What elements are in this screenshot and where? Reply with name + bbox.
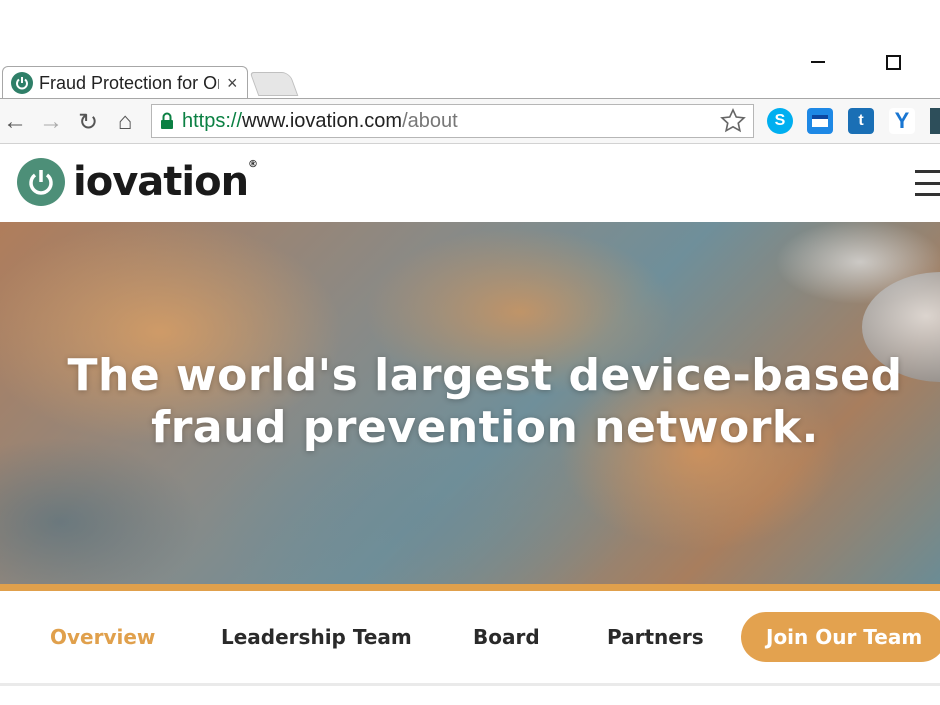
iovation-logo[interactable]: iovation® [17,158,258,206]
join-our-team-button[interactable]: Join Our Team [741,612,940,662]
title-bar: Fraud Protection for Online Businesses × [0,0,940,99]
new-tab-button[interactable] [249,72,299,96]
tab-leadership-team[interactable]: Leadership Team [221,625,412,649]
lock-icon [161,112,173,129]
hero-line-2: fraud prevention network. [151,402,819,453]
star-icon[interactable] [719,107,747,135]
maximize-icon [885,54,901,70]
tab-board[interactable]: Board [473,625,540,649]
section-divider [0,683,940,686]
tab-close-icon[interactable]: × [227,73,238,94]
maximize-button[interactable] [871,44,915,80]
power-icon [17,158,65,206]
tab-overview[interactable]: Overview [50,625,155,649]
hamburger-icon[interactable] [915,170,940,196]
twitter-icon[interactable]: t [848,108,874,134]
accent-divider [0,584,940,591]
hero-line-1: The world's largest device-based [67,350,903,401]
address-bar[interactable]: https://www.iovation.com/about [151,104,754,138]
minimize-icon [811,61,825,63]
home-icon[interactable]: ⌂ [110,107,140,137]
extension-icon[interactable] [930,108,940,134]
url-host: www.iovation.com [242,109,403,132]
reader-icon[interactable] [807,108,833,134]
hero-banner: The world's largest device-based fraud p… [0,222,940,584]
skype-icon[interactable]: S [767,108,793,134]
back-arrow-icon[interactable]: ← [0,107,30,137]
url-text: https://www.iovation.com/about [182,110,458,133]
y-extension-icon[interactable]: Y [889,108,915,134]
forward-arrow-icon[interactable]: → [36,107,66,137]
iovation-favicon-icon [11,72,33,94]
tab-title: Fraud Protection for Online Businesses [39,72,219,93]
url-path: /about [402,109,458,132]
logo-text: iovation® [73,159,258,205]
browser-window: Fraud Protection for Online Businesses ×… [0,0,940,705]
minimize-button[interactable] [796,44,840,80]
browser-tab[interactable]: Fraud Protection for Online Businesses × [2,66,248,99]
about-subnav: Overview Leadership Team Board Partners … [0,591,940,683]
url-scheme: https:// [182,109,243,132]
tab-partners[interactable]: Partners [607,625,704,649]
reload-icon[interactable]: ↻ [73,107,103,137]
site-header: iovation® [0,144,940,222]
hero-headline: The world's largest device-based fraud p… [0,350,940,454]
browser-toolbar: ← → ↻ ⌂ https://www.iovation.com/about S… [0,98,940,144]
